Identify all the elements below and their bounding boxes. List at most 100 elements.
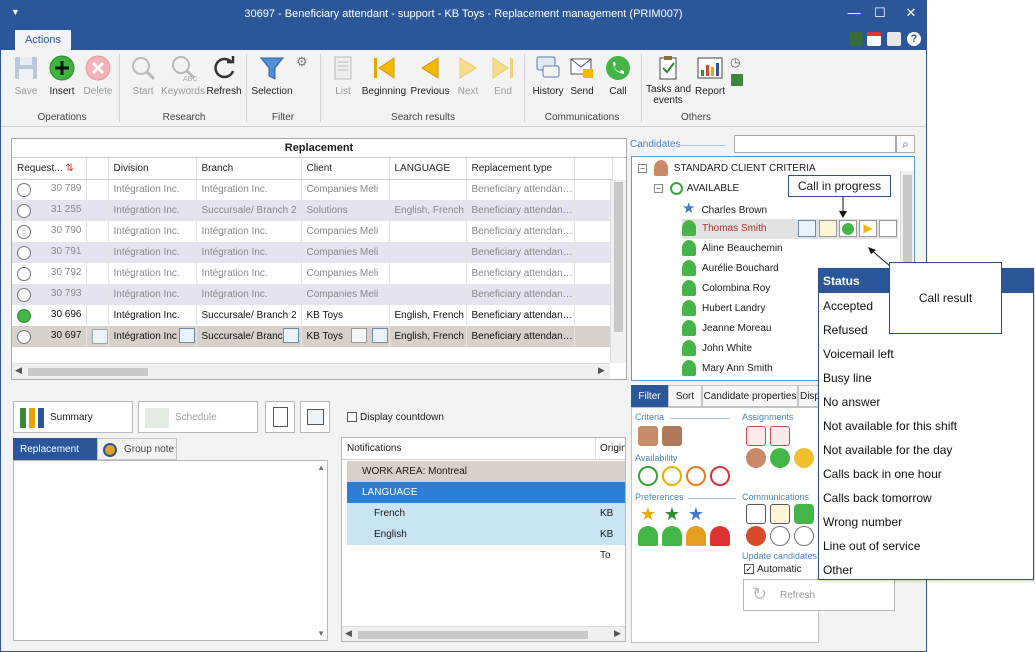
gear-icon[interactable]: ⚙ [296, 54, 308, 70]
selection-button[interactable]: Selection [250, 54, 294, 97]
tab-candidate-properties[interactable]: Candidate properties [702, 385, 798, 407]
candidate-john-white[interactable]: John White [682, 339, 752, 359]
candidate-aline-beauchemin[interactable]: Aline Beauchemin [682, 239, 783, 259]
person-outline-icon[interactable] [351, 328, 367, 343]
play-icon[interactable]: ▶ [859, 220, 877, 237]
notification-row[interactable]: English KB To [347, 524, 625, 561]
status-item-busy-line[interactable]: Busy line [823, 371, 872, 385]
replacement-vscroll[interactable] [610, 180, 626, 363]
person-red-icon[interactable] [710, 526, 730, 546]
col-header-client[interactable]: Client [301, 158, 390, 180]
assignment-face-icon[interactable] [746, 448, 766, 468]
start-button[interactable]: Start [128, 54, 158, 97]
checkbox-checked[interactable]: ✓ [744, 564, 754, 575]
table-row[interactable]: 30 790 Intégration Inc. Intégration Inc. C… [12, 221, 613, 242]
id-card-button[interactable] [300, 401, 330, 433]
col-header-replacement-type[interactable]: Replacement type [466, 158, 575, 180]
sad-face-icon[interactable] [746, 526, 766, 546]
row-radio[interactable] [17, 329, 31, 344]
beginning-button[interactable]: Beginning [361, 54, 407, 97]
col-header-division[interactable]: Division [108, 158, 197, 180]
clock-orange-icon[interactable] [686, 466, 706, 486]
col-header-language[interactable]: LANGUAGE [389, 158, 467, 180]
candidate-jeanne-moreau[interactable]: Jeanne Moreau [682, 319, 772, 339]
filter-refresh-button[interactable]: ↻ Refresh [743, 579, 895, 611]
assignment-face-yellow-icon[interactable] [794, 448, 814, 468]
calendar-xx-icon[interactable] [746, 426, 766, 446]
clock-history-icon[interactable]: ◷ [730, 55, 740, 69]
message-icon[interactable] [819, 220, 837, 237]
thumbs-up-icon[interactable] [794, 504, 814, 524]
collapse-icon[interactable]: − [654, 183, 663, 193]
table-row-current[interactable]: 30 697 Intégration Inc Succursale/ Branc… [12, 326, 613, 347]
row-radio[interactable] [17, 224, 31, 239]
documents-button[interactable] [265, 401, 295, 433]
candidate-search-input[interactable] [734, 135, 896, 153]
display-countdown-checkbox[interactable]: Display countdown [347, 412, 444, 423]
scroll-up-icon[interactable]: ▲ [317, 463, 325, 472]
scroll-thumb[interactable] [28, 368, 148, 376]
id-card-icon[interactable] [91, 329, 107, 344]
summary-button[interactable]: Summary [13, 401, 133, 433]
chart-export-icon[interactable] [731, 74, 743, 86]
status-item-voicemail-left[interactable]: Voicemail left [823, 347, 894, 361]
save-button[interactable]: Save [11, 54, 41, 97]
candidate-charles-brown[interactable]: ★ Charles Brown [682, 199, 767, 219]
notification-row-selected[interactable]: LANGUAGE [347, 482, 625, 503]
status-item-not-available-day[interactable]: Not available for the day [823, 443, 952, 457]
automatic-checkbox[interactable]: ✓ Automatic [744, 564, 801, 575]
col-header-request[interactable]: Request... ⇅ [12, 158, 87, 180]
table-row[interactable]: 30 793 Intégration Inc. Intégration Inc. C… [12, 284, 613, 305]
person-outline-icon[interactable] [879, 220, 897, 237]
status-item-other[interactable]: Other [823, 563, 853, 577]
row-radio[interactable] [17, 245, 31, 260]
row-radio[interactable] [17, 266, 31, 281]
schedule-button[interactable]: Schedule [138, 401, 258, 433]
criteria-person-red-icon[interactable] [662, 426, 682, 446]
maximize-button[interactable]: ☐ [870, 4, 890, 22]
clock-green-icon[interactable] [638, 466, 658, 486]
star-blue-icon[interactable]: ★ [686, 504, 706, 524]
refresh-button[interactable]: Refresh [206, 54, 242, 97]
person-orange-icon[interactable] [686, 526, 706, 546]
history-button[interactable]: History [531, 54, 565, 97]
scroll-left-icon[interactable]: ◀ [345, 628, 352, 639]
insert-button[interactable]: Insert [47, 54, 77, 97]
folder-icon[interactable] [283, 328, 299, 343]
help-icon[interactable]: ? [907, 32, 921, 46]
calendar-alert-icon[interactable] [770, 426, 790, 446]
send-button[interactable]: Send [567, 54, 597, 97]
scroll-right-icon[interactable]: ▶ [598, 365, 605, 376]
status-item-accepted[interactable]: Accepted [823, 299, 873, 313]
phone-red-icon[interactable] [794, 526, 814, 546]
tasks-events-button[interactable]: Tasks and events [646, 54, 691, 106]
row-radio[interactable] [17, 203, 31, 218]
status-item-no-answer[interactable]: No answer [823, 395, 880, 409]
keywords-button[interactable]: ABC Keywords [161, 54, 205, 97]
assignment-check-icon[interactable] [770, 448, 790, 468]
tab-sort[interactable]: Sort [668, 385, 702, 407]
end-button[interactable]: End [488, 54, 518, 97]
replacement-hscroll[interactable]: ◀ ▶ [12, 363, 610, 379]
scroll-thumb[interactable] [358, 631, 588, 639]
folder-icon[interactable] [798, 220, 816, 237]
replacement-note-editor[interactable]: ▲ ▼ [13, 460, 328, 641]
envelope-icon[interactable] [746, 504, 766, 524]
scroll-left-icon[interactable]: ◀ [15, 365, 22, 376]
delete-button[interactable]: Delete [83, 54, 113, 97]
candidate-aurelie-bouchard[interactable]: Aurélie Bouchard [682, 259, 779, 279]
col-header-branch[interactable]: Branch [196, 158, 302, 180]
notifications-hscroll[interactable]: ◀ ▶ [342, 626, 625, 641]
folder-icon[interactable] [372, 328, 388, 343]
status-item-wrong-number[interactable]: Wrong number [823, 515, 902, 529]
status-item-refused[interactable]: Refused [823, 323, 868, 337]
report-button[interactable]: Report [693, 54, 727, 97]
row-radio[interactable] [17, 182, 31, 197]
scroll-right-icon[interactable]: ▶ [614, 628, 621, 639]
status-item-calls-back-tomorrow[interactable]: Calls back tomorrow [823, 491, 932, 505]
scroll-thumb[interactable] [614, 182, 623, 332]
table-row[interactable]: 31 255 Intégration Inc. Succursale/ Branc… [12, 200, 613, 221]
row-radio[interactable] [17, 287, 31, 302]
print-icon[interactable] [887, 32, 901, 46]
criteria-person-green-icon[interactable] [638, 426, 658, 446]
